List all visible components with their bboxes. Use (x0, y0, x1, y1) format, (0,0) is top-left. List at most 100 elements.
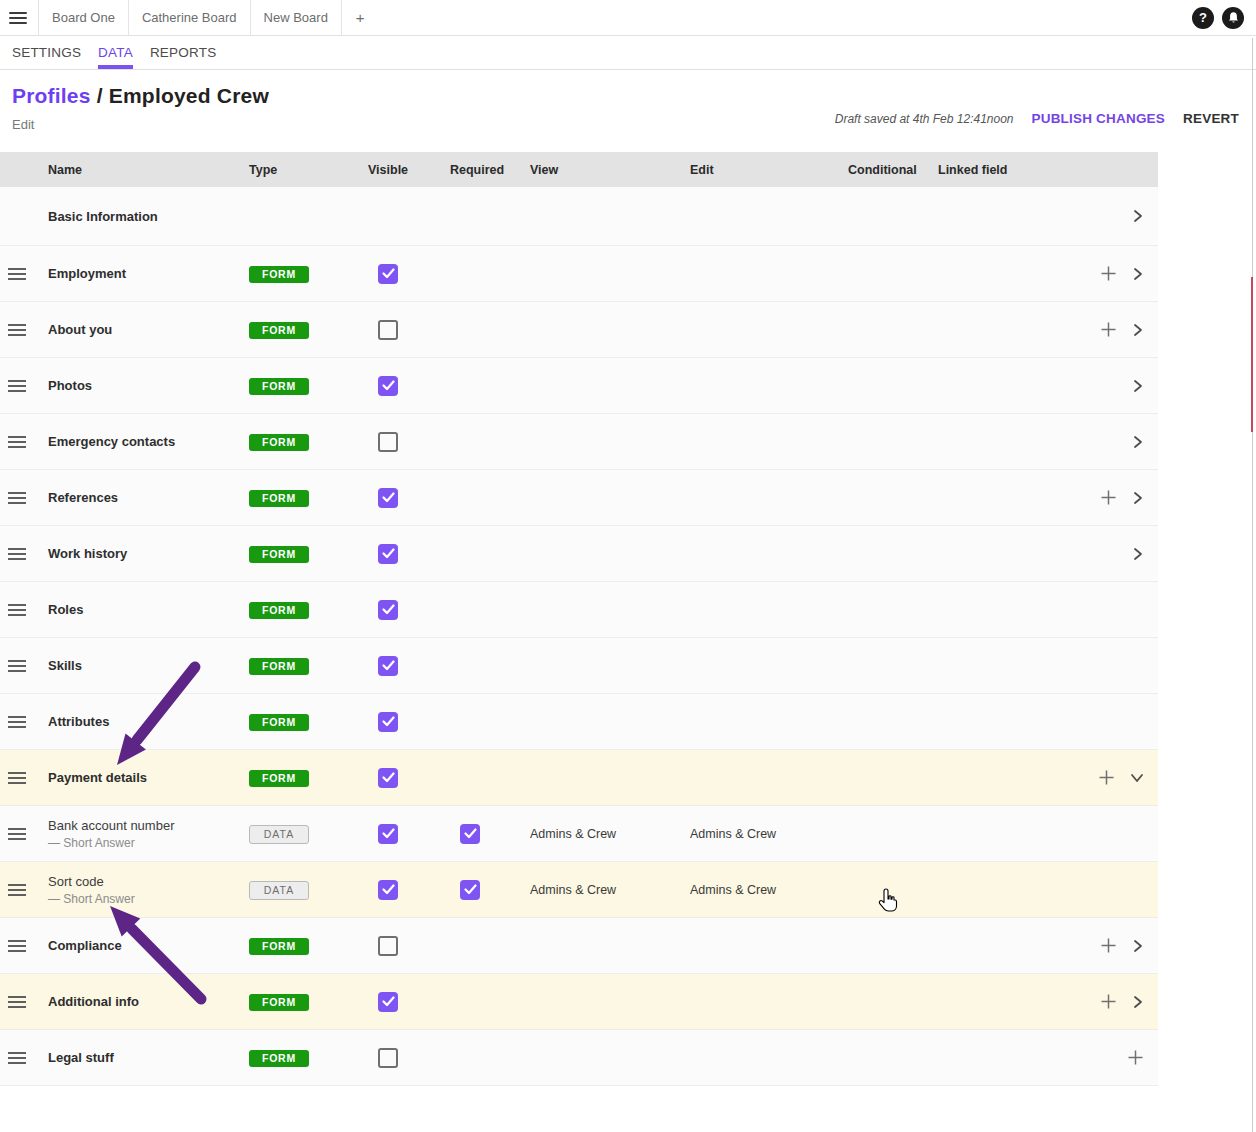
chevron-right-icon[interactable] (1132, 547, 1144, 561)
column-header-visible: Visible (368, 163, 450, 177)
add-field-icon[interactable] (1100, 321, 1117, 338)
table-row-employment: EmploymentFORM (0, 246, 1158, 302)
visible-checkbox-checked[interactable] (378, 880, 398, 900)
row-name: Employment (48, 266, 249, 281)
column-header-view: View (530, 163, 690, 177)
add-field-icon[interactable] (1098, 769, 1115, 786)
type-badge-form: FORM (249, 322, 309, 339)
table-row-about-you: About youFORM (0, 302, 1158, 358)
tab-settings[interactable]: SETTINGS (12, 36, 81, 69)
row-subtitle: — Short Answer (48, 892, 249, 906)
drag-handle-icon[interactable] (8, 660, 26, 672)
chevron-right-icon[interactable] (1132, 379, 1144, 393)
edit-label[interactable]: Edit (12, 117, 269, 132)
publish-changes-button[interactable]: PUBLISH CHANGES (1032, 111, 1166, 126)
breadcrumb-page: Employed Crew (109, 84, 269, 107)
row-name: Additional info (48, 994, 249, 1009)
row-name: Skills (48, 658, 249, 673)
table-row-legal-stuff: Legal stuffFORM (0, 1030, 1158, 1086)
type-badge-form: FORM (249, 546, 309, 563)
add-field-icon[interactable] (1127, 1049, 1144, 1066)
chevron-right-icon[interactable] (1132, 435, 1144, 449)
add-field-icon[interactable] (1100, 489, 1117, 506)
visible-checkbox-checked[interactable] (378, 264, 398, 284)
drag-handle-icon[interactable] (8, 884, 26, 896)
visible-checkbox-checked[interactable] (378, 600, 398, 620)
type-badge-form: FORM (249, 378, 309, 395)
add-board-button[interactable]: + (342, 0, 379, 35)
view-access: Admins & Crew (530, 883, 690, 897)
help-icon[interactable]: ? (1192, 7, 1214, 29)
visible-checkbox-checked[interactable] (378, 824, 398, 844)
visible-checkbox-checked[interactable] (378, 488, 398, 508)
menu-icon[interactable] (0, 0, 38, 35)
row-subtitle: — Short Answer (48, 836, 249, 850)
visible-checkbox-checked[interactable] (378, 376, 398, 396)
table-row-skills: SkillsFORM (0, 638, 1158, 694)
visible-checkbox-unchecked[interactable] (378, 936, 398, 956)
chevron-right-icon[interactable] (1132, 323, 1144, 337)
table-row-emergency-contacts: Emergency contactsFORM (0, 414, 1158, 470)
table-row-payment-details: Payment detailsFORM (0, 750, 1158, 806)
type-badge-form: FORM (249, 714, 309, 731)
visible-checkbox-unchecked[interactable] (378, 320, 398, 340)
edit-access: Admins & Crew (690, 883, 848, 897)
drag-handle-icon[interactable] (8, 996, 26, 1008)
board-tab-board-one[interactable]: Board One (38, 0, 128, 35)
drag-handle-icon[interactable] (8, 772, 26, 784)
visible-checkbox-unchecked[interactable] (378, 1048, 398, 1068)
chevron-right-icon[interactable] (1132, 939, 1144, 953)
page-title: Profiles / Employed Crew (12, 84, 269, 108)
drag-handle-icon[interactable] (8, 716, 26, 728)
drag-handle-icon[interactable] (8, 828, 26, 840)
table-row-additional-info: Additional infoFORM (0, 974, 1158, 1030)
required-checkbox-checked[interactable] (460, 824, 480, 844)
table-row-attributes: AttributesFORM (0, 694, 1158, 750)
drag-handle-icon[interactable] (8, 324, 26, 336)
topbar: Board OneCatherine BoardNew Board+ ? (0, 0, 1256, 36)
table-header: NameTypeVisibleRequiredViewEditCondition… (0, 152, 1158, 187)
chevron-down-icon[interactable] (1130, 772, 1144, 784)
drag-handle-icon[interactable] (8, 380, 26, 392)
column-header-type: Type (249, 163, 368, 177)
row-name: Emergency contacts (48, 434, 249, 449)
tab-data[interactable]: DATA (98, 36, 133, 69)
tab-reports[interactable]: REPORTS (150, 36, 216, 69)
add-field-icon[interactable] (1100, 265, 1117, 282)
chevron-right-icon[interactable] (1132, 209, 1144, 223)
drag-handle-icon[interactable] (8, 268, 26, 280)
type-badge-form: FORM (249, 994, 309, 1011)
drag-handle-icon[interactable] (8, 436, 26, 448)
add-field-icon[interactable] (1100, 993, 1117, 1010)
drag-handle-icon[interactable] (8, 492, 26, 504)
table-row-photos: PhotosFORM (0, 358, 1158, 414)
add-field-icon[interactable] (1100, 937, 1117, 954)
drag-handle-icon[interactable] (8, 548, 26, 560)
visible-checkbox-checked[interactable] (378, 712, 398, 732)
draft-status: Draft saved at 4th Feb 12:41noon (835, 112, 1014, 126)
board-tab-new-board[interactable]: New Board (250, 0, 342, 35)
scroll-track (1252, 38, 1253, 1132)
board-tab-catherine-board[interactable]: Catherine Board (128, 0, 250, 35)
visible-checkbox-checked[interactable] (378, 544, 398, 564)
visible-checkbox-checked[interactable] (378, 992, 398, 1012)
notifications-icon[interactable] (1222, 7, 1244, 29)
visible-checkbox-checked[interactable] (378, 656, 398, 676)
visible-checkbox-checked[interactable] (378, 768, 398, 788)
required-checkbox-checked[interactable] (460, 880, 480, 900)
table-row-roles: RolesFORM (0, 582, 1158, 638)
chevron-right-icon[interactable] (1132, 491, 1144, 505)
revert-button[interactable]: REVERT (1183, 111, 1239, 126)
visible-checkbox-unchecked[interactable] (378, 432, 398, 452)
drag-handle-icon[interactable] (8, 1052, 26, 1064)
column-header-linked-field: Linked field (938, 163, 1058, 177)
type-badge-form: FORM (249, 266, 309, 283)
row-name: References (48, 490, 249, 505)
drag-handle-icon[interactable] (8, 604, 26, 616)
table-row-bank-account-number: Bank account number— Short AnswerDATAAdm… (0, 806, 1158, 862)
table-row-work-history: Work historyFORM (0, 526, 1158, 582)
drag-handle-icon[interactable] (8, 940, 26, 952)
chevron-right-icon[interactable] (1132, 995, 1144, 1009)
type-badge-form: FORM (249, 1050, 309, 1067)
chevron-right-icon[interactable] (1132, 267, 1144, 281)
